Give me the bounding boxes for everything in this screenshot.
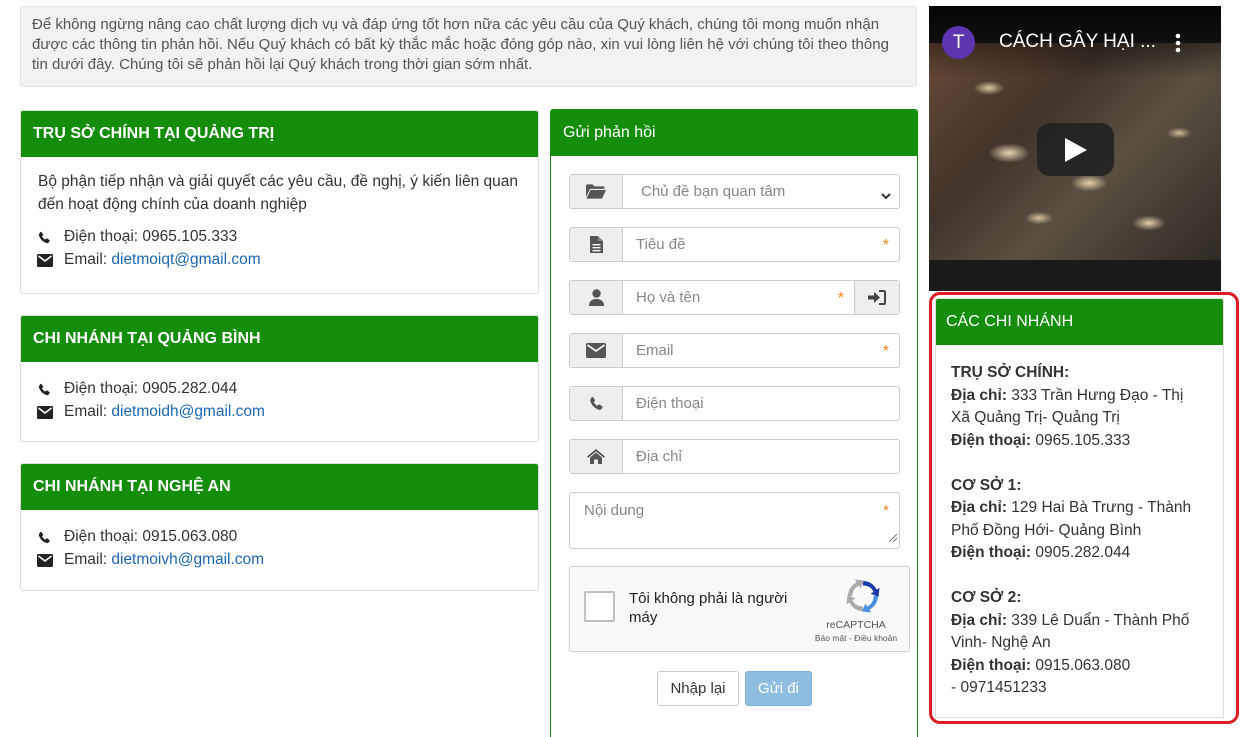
qb-email-row: Email: dietmoidh@gmail.com xyxy=(37,401,522,424)
na-phone-row: Điện thoại: 0915.063.080 xyxy=(37,526,522,549)
envelope-icon xyxy=(37,554,64,567)
hq-email-label: Email: xyxy=(64,251,112,269)
nghe-an-panel-title: CHI NHÁNH TẠI NGHỆ AN xyxy=(21,464,538,510)
topic-select-value: Chủ đề bạn quan tâm xyxy=(641,183,786,200)
branch-2-address-cont: Vinh- Nghệ An xyxy=(951,634,1051,651)
hq-email-link[interactable]: dietmoiqt@gmail.com xyxy=(111,249,260,272)
resize-handle-icon[interactable] xyxy=(888,529,898,546)
home-icon xyxy=(570,440,623,473)
chevron-down-icon xyxy=(881,187,891,204)
hq-phone-row: Điện thoại: 0965.105.333 xyxy=(37,226,522,249)
user-icon xyxy=(570,281,623,314)
branch-2-address: Địa chỉ: 339 Lê Duẩn - Thành Phố xyxy=(951,611,1190,629)
nghe-an-panel: CHI NHÁNH TẠI NGHỆ AN Điện thoại: 0915.0… xyxy=(20,463,539,591)
hq-heading: TRỤ SỞ CHÍNH: xyxy=(951,364,1070,381)
hq-address-cont: Xã Quảng Trị- Quảng Trị xyxy=(951,409,1120,426)
phone-placeholder: Điện thoại xyxy=(636,395,704,412)
subject-placeholder: Tiêu đề xyxy=(636,236,686,253)
na-phone: Điện thoại: 0915.063.080 xyxy=(64,528,238,546)
channel-avatar[interactable]: T xyxy=(942,26,975,59)
required-mark: * xyxy=(882,343,889,360)
hq-phone-line: Điện thoại: 0965.105.333 xyxy=(951,431,1131,449)
email-placeholder: Email xyxy=(636,342,674,359)
play-button-icon[interactable] xyxy=(1037,123,1114,176)
qb-phone: Điện thoại: 0905.282.044 xyxy=(64,380,238,398)
email-field[interactable]: Email * xyxy=(569,333,900,368)
branch-1-phone-line: Điện thoại: 0905.282.044 xyxy=(951,544,1131,561)
hq-address: Địa chỉ: 333 Trần Hưng Đạo - Thị xyxy=(951,386,1184,404)
qb-email-link[interactable]: dietmoidh@gmail.com xyxy=(111,401,265,424)
branch-2-phone-line: Điện thoại: 0915.063.080 xyxy=(951,656,1131,674)
quang-binh-panel: CHI NHÁNH TẠI QUẢNG BÌNH Điện thoại: 090… xyxy=(20,315,539,442)
branches-panel-title: CÁC CHI NHÁNH xyxy=(936,299,1223,345)
feedback-form: Gửi phản hồi Chủ đề bạn quan tâm Tiêu đề… xyxy=(550,109,918,737)
recaptcha-logo-icon xyxy=(845,578,881,618)
branch-1-heading: CƠ SỞ 1: xyxy=(951,476,1022,494)
address-field[interactable]: Địa chỉ xyxy=(569,439,900,474)
subject-field[interactable]: Tiêu đề * xyxy=(569,227,900,262)
content-textarea[interactable]: Nội dung * xyxy=(569,492,900,549)
branch-2-phone-extra: - 0971451233 xyxy=(951,679,1047,696)
recaptcha-checkbox[interactable] xyxy=(584,591,615,622)
recaptcha-label: Tôi không phải là người máy xyxy=(629,590,788,626)
branch-1-address: Địa chỉ: 129 Hai Bà Trưng - Thành xyxy=(951,499,1192,516)
hq-panel-title: TRỤ SỞ CHÍNH TẠI QUẢNG TRỊ xyxy=(21,111,538,157)
branch-1-address-cont: Phố Đồng Hới- Quảng Bình xyxy=(951,521,1142,539)
envelope-icon xyxy=(37,406,64,419)
more-options-icon[interactable] xyxy=(1175,33,1181,57)
feedback-form-title: Gửi phản hồi xyxy=(551,110,917,156)
quang-binh-panel-title: CHI NHÁNH TẠI QUẢNG BÌNH xyxy=(21,316,538,362)
video-title[interactable]: CÁCH GÂY HẠI ... xyxy=(999,31,1156,53)
folder-icon xyxy=(570,175,623,208)
reset-button[interactable]: Nhập lại xyxy=(657,671,739,706)
envelope-icon xyxy=(37,254,64,267)
na-email-row: Email: dietmoivh@gmail.com xyxy=(37,549,522,572)
phone-icon xyxy=(37,531,64,545)
branch-2-heading: CƠ SỞ 2: xyxy=(951,589,1022,606)
fullname-field[interactable]: Họ và tên * xyxy=(569,280,900,315)
phone-field[interactable]: Điện thoại xyxy=(569,386,900,421)
qb-phone-row: Điện thoại: 0905.282.044 xyxy=(37,378,522,401)
content-placeholder: Nội dung xyxy=(584,502,645,519)
recaptcha-terms-link[interactable]: Bảo mật - Điều khoản xyxy=(806,633,906,643)
intro-text: Để không ngừng nâng cao chất lượng dịch … xyxy=(20,6,917,87)
address-placeholder: Địa chỉ xyxy=(636,448,682,465)
video-player[interactable]: T CÁCH GÂY HẠI ... xyxy=(929,6,1221,291)
required-mark: * xyxy=(882,237,889,254)
na-email-label: Email: xyxy=(64,551,112,569)
sign-in-icon[interactable] xyxy=(854,281,899,314)
hq-phone: Điện thoại: 0965.105.333 xyxy=(64,228,238,246)
branches-highlight: CÁC CHI NHÁNH TRỤ SỞ CHÍNH: Địa chỉ: 333… xyxy=(929,292,1239,724)
required-mark: * xyxy=(837,290,844,307)
required-mark: * xyxy=(883,502,889,519)
recaptcha-brand: reCAPTCHA xyxy=(826,619,886,631)
hq-email-row: Email: dietmoiqt@gmail.com xyxy=(37,249,522,272)
envelope-icon xyxy=(570,334,623,367)
na-email-link[interactable]: dietmoivh@gmail.com xyxy=(111,549,264,572)
phone-icon xyxy=(37,383,64,397)
hq-description: Bộ phận tiếp nhận và giải quyết các yêu … xyxy=(38,173,518,213)
recaptcha-widget: Tôi không phải là người máy reCAPTCHA Bả… xyxy=(569,566,910,652)
branches-panel: CÁC CHI NHÁNH TRỤ SỞ CHÍNH: Địa chỉ: 333… xyxy=(935,298,1224,718)
phone-icon xyxy=(37,231,64,245)
hq-panel: TRỤ SỞ CHÍNH TẠI QUẢNG TRỊ Bộ phận tiếp … xyxy=(20,110,539,294)
send-button[interactable]: Gửi đi xyxy=(745,671,812,706)
topic-select[interactable]: Chủ đề bạn quan tâm xyxy=(569,174,900,209)
document-icon xyxy=(570,228,623,261)
phone-icon xyxy=(570,387,623,420)
qb-email-label: Email: xyxy=(64,403,112,421)
fullname-placeholder: Họ và tên xyxy=(636,289,701,306)
